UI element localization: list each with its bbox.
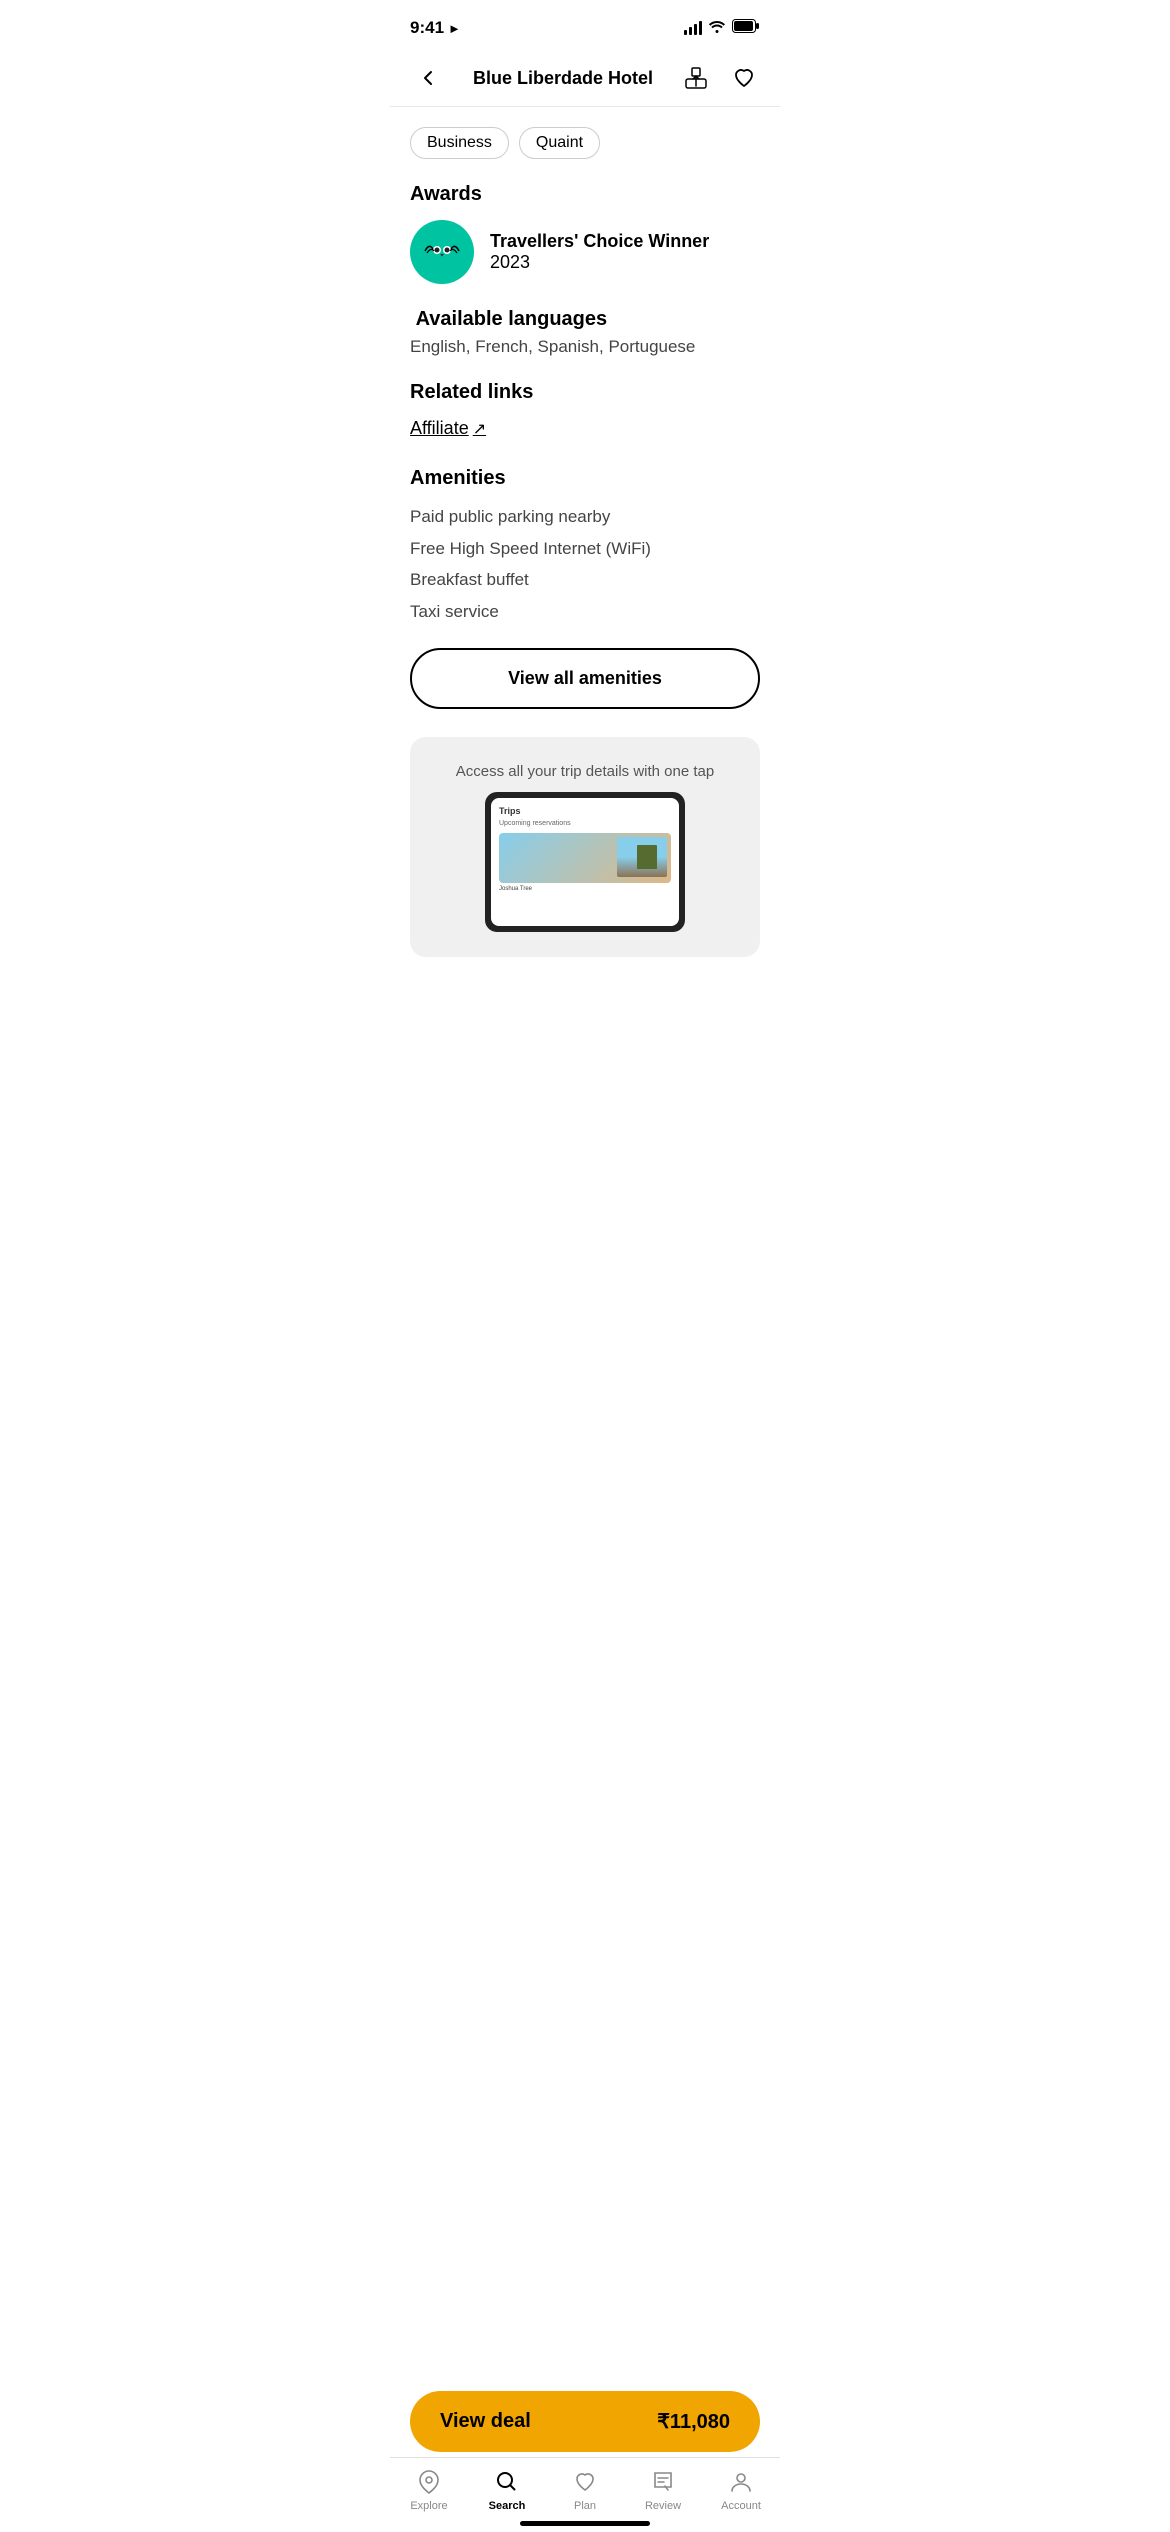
favorite-button[interactable] xyxy=(728,62,760,94)
header-actions xyxy=(680,62,760,94)
languages-title: Available languages xyxy=(410,308,760,331)
main-content: Business Quaint Awards xyxy=(390,107,780,1077)
amenity-parking: Paid public parking nearby xyxy=(410,504,760,530)
status-icons xyxy=(684,19,760,38)
award-badge xyxy=(410,220,474,284)
status-bar: 9:41 ► xyxy=(390,0,780,50)
back-button[interactable] xyxy=(410,60,446,96)
view-all-amenities-button[interactable]: View all amenities xyxy=(410,648,760,709)
related-links-section: Related links Affiliate ↗ xyxy=(410,381,760,439)
nav-explore[interactable]: Explore xyxy=(390,2468,468,2512)
nav-account[interactable]: Account xyxy=(702,2468,780,2512)
promo-card: Access all your trip details with one ta… xyxy=(410,737,760,957)
amenity-taxi: Taxi service xyxy=(410,599,760,625)
search-label: Search xyxy=(489,2500,526,2512)
search-icon xyxy=(493,2468,521,2496)
award-year: 2023 xyxy=(490,252,709,273)
wifi-icon xyxy=(708,19,726,38)
review-label: Review xyxy=(645,2500,681,2512)
amenity-breakfast: Breakfast buffet xyxy=(410,567,760,593)
promo-device-location: Joshua Tree xyxy=(499,886,671,892)
tags-row: Business Quaint xyxy=(410,127,760,159)
status-time: 9:41 ► xyxy=(410,18,461,38)
nav-review[interactable]: Review xyxy=(624,2468,702,2512)
promo-device-subtitle: Upcoming reservations xyxy=(499,820,671,827)
award-name: Travellers' Choice Winner xyxy=(490,231,709,252)
review-icon xyxy=(649,2468,677,2496)
promo-device: Trips Upcoming reservations Joshua Tree xyxy=(485,792,685,932)
plan-icon xyxy=(571,2468,599,2496)
promo-device-image xyxy=(499,833,671,883)
external-link-icon: ↗ xyxy=(473,419,486,439)
nav-plan[interactable]: Plan xyxy=(546,2468,624,2512)
plan-label: Plan xyxy=(574,2500,596,2512)
award-item: Travellers' Choice Winner 2023 xyxy=(410,220,760,284)
account-label: Account xyxy=(721,2500,761,2512)
promo-device-title: Trips xyxy=(499,806,671,816)
promo-text: Access all your trip details with one ta… xyxy=(456,763,714,780)
page-title: Blue Liberdade Hotel xyxy=(446,68,680,89)
tag-business[interactable]: Business xyxy=(410,127,509,159)
signal-bars xyxy=(684,21,702,35)
explore-label: Explore xyxy=(410,2500,447,2512)
related-links-title: Related links xyxy=(410,381,760,404)
view-deal-price: ₹11,080 xyxy=(657,2409,730,2434)
share-button[interactable] xyxy=(680,62,712,94)
nav-search[interactable]: Search xyxy=(468,2468,546,2512)
header: Blue Liberdade Hotel xyxy=(390,50,780,107)
home-indicator xyxy=(520,2521,650,2526)
tag-quaint[interactable]: Quaint xyxy=(519,127,600,159)
amenities-section: Amenities Paid public parking nearby Fre… xyxy=(410,467,760,624)
location-icon: ► xyxy=(448,21,461,36)
battery-icon xyxy=(732,19,760,38)
view-deal-label: View deal xyxy=(440,2410,531,2433)
account-icon xyxy=(727,2468,755,2496)
affiliate-link[interactable]: Affiliate ↗ xyxy=(410,418,760,439)
amenity-wifi: Free High Speed Internet (WiFi) xyxy=(410,536,760,562)
view-deal-button[interactable]: View deal ₹11,080 xyxy=(410,2391,760,2452)
languages-section: Available languages English, French, Spa… xyxy=(410,308,760,357)
languages-list: English, French, Spanish, Portuguese xyxy=(410,337,760,357)
amenities-title: Amenities xyxy=(410,467,760,490)
awards-title: Awards xyxy=(410,183,760,206)
explore-icon xyxy=(415,2468,443,2496)
award-text: Travellers' Choice Winner 2023 xyxy=(490,231,709,273)
